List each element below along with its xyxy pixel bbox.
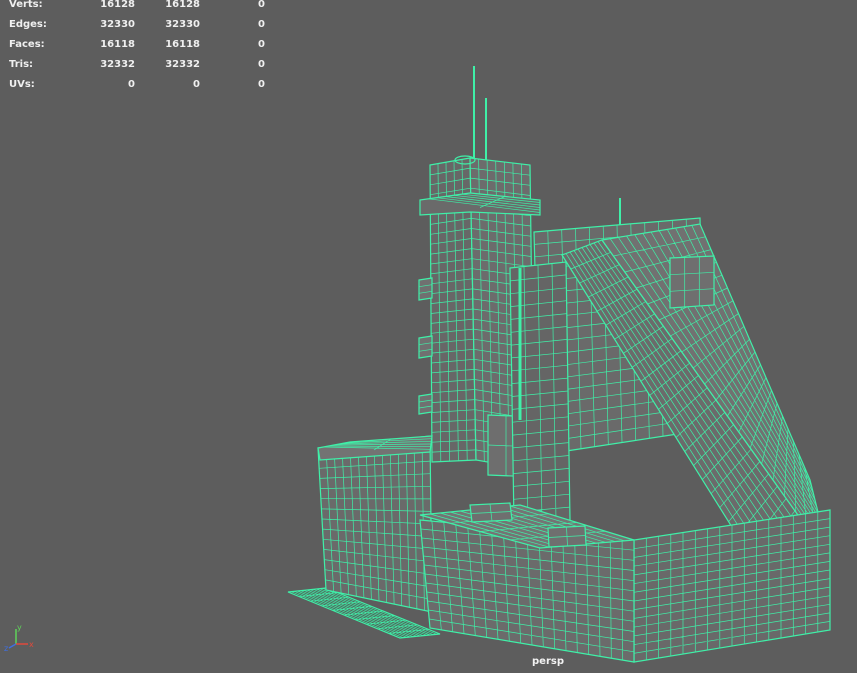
right-lower-block	[633, 509, 831, 663]
camera-name-label: persp	[532, 656, 564, 667]
perspective-viewport[interactable]: Verts: 16128 16128 0 Edges: 32330 32330 …	[0, 0, 857, 673]
roof-box	[469, 502, 513, 523]
left-wing-front	[317, 435, 433, 613]
roof-box	[547, 525, 587, 548]
building-wireframe-model[interactable]	[0, 0, 857, 673]
axis-z-label: z	[4, 644, 8, 652]
tower-ledge	[418, 393, 433, 415]
axis-y-label: y	[17, 623, 22, 632]
view-axis-icon: y x z	[4, 623, 34, 652]
roof-vent-box	[669, 255, 715, 309]
tower-ledge	[418, 277, 433, 301]
tower-ledge	[418, 335, 433, 359]
axis-x-label: x	[29, 640, 34, 649]
